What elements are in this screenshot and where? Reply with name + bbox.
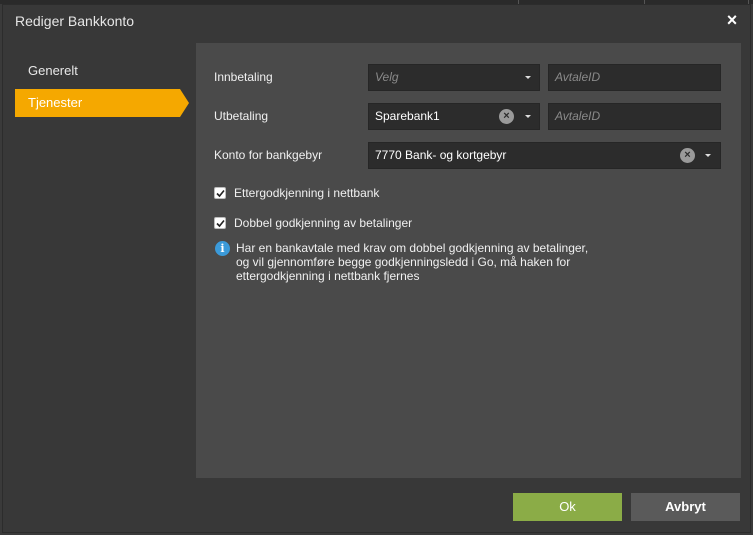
innbetaling-avtaleid-input[interactable]: AvtaleID xyxy=(548,64,721,91)
innbetaling-select[interactable]: Velg xyxy=(368,64,540,91)
nav-item-generelt[interactable]: Generelt xyxy=(15,57,185,85)
dialog-title: Rediger Bankkonto xyxy=(15,13,135,29)
bankgebyr-select[interactable]: 7770 Bank- og kortgebyr × xyxy=(368,142,721,169)
innbetaling-avtaleid-placeholder: AvtaleID xyxy=(555,70,601,84)
ettergodkjenning-checkbox[interactable] xyxy=(214,187,226,199)
utbetaling-avtaleid-placeholder: AvtaleID xyxy=(555,109,601,123)
info-message: Har en bankavtale med krav om dobbel god… xyxy=(236,241,616,283)
services-panel: Innbetaling Velg AvtaleID Utbetaling Spa… xyxy=(196,43,741,478)
ettergodkjenning-label[interactable]: Ettergodkjenning i nettbank xyxy=(234,186,379,200)
bankgebyr-select-value: 7770 Bank- og kortgebyr xyxy=(375,148,507,162)
info-icon: i xyxy=(215,241,230,256)
chevron-down-icon[interactable] xyxy=(705,154,711,157)
info-line: ettergodkjenning i nettbank fjernes xyxy=(236,269,420,283)
nav-item-tjenester[interactable]: Tjenester xyxy=(15,89,189,117)
innbetaling-label: Innbetaling xyxy=(214,70,273,84)
checkmark-icon xyxy=(216,219,225,228)
bankgebyr-label: Konto for bankgebyr xyxy=(214,148,323,162)
innbetaling-select-placeholder: Velg xyxy=(375,70,399,84)
chevron-down-icon[interactable] xyxy=(525,76,531,79)
close-icon[interactable]: × xyxy=(724,11,740,29)
edit-bank-account-dialog: Rediger Bankkonto × Generelt Tjenester I… xyxy=(2,4,751,533)
dialog-titlebar: Rediger Bankkonto × xyxy=(3,5,750,37)
info-line: Har en bankavtale med krav om dobbel god… xyxy=(236,241,589,255)
info-line: og vil gjennomføre begge godkjenningsled… xyxy=(236,255,571,269)
chevron-down-icon[interactable] xyxy=(525,115,531,118)
utbetaling-select-value: Sparebank1 xyxy=(375,109,440,123)
checkmark-icon xyxy=(216,189,225,198)
dobbel-godkjenning-label[interactable]: Dobbel godkjenning av betalinger xyxy=(234,216,412,230)
utbetaling-avtaleid-input[interactable]: AvtaleID xyxy=(548,103,721,130)
dialog-nav: Generelt Tjenester xyxy=(15,57,189,119)
clear-icon[interactable]: × xyxy=(499,109,514,124)
dobbel-godkjenning-checkbox[interactable] xyxy=(214,217,226,229)
clear-icon[interactable]: × xyxy=(680,148,695,163)
cancel-button[interactable]: Avbryt xyxy=(631,493,740,521)
ok-button[interactable]: Ok xyxy=(513,493,622,521)
utbetaling-select[interactable]: Sparebank1 × xyxy=(368,103,540,130)
utbetaling-label: Utbetaling xyxy=(214,109,269,123)
